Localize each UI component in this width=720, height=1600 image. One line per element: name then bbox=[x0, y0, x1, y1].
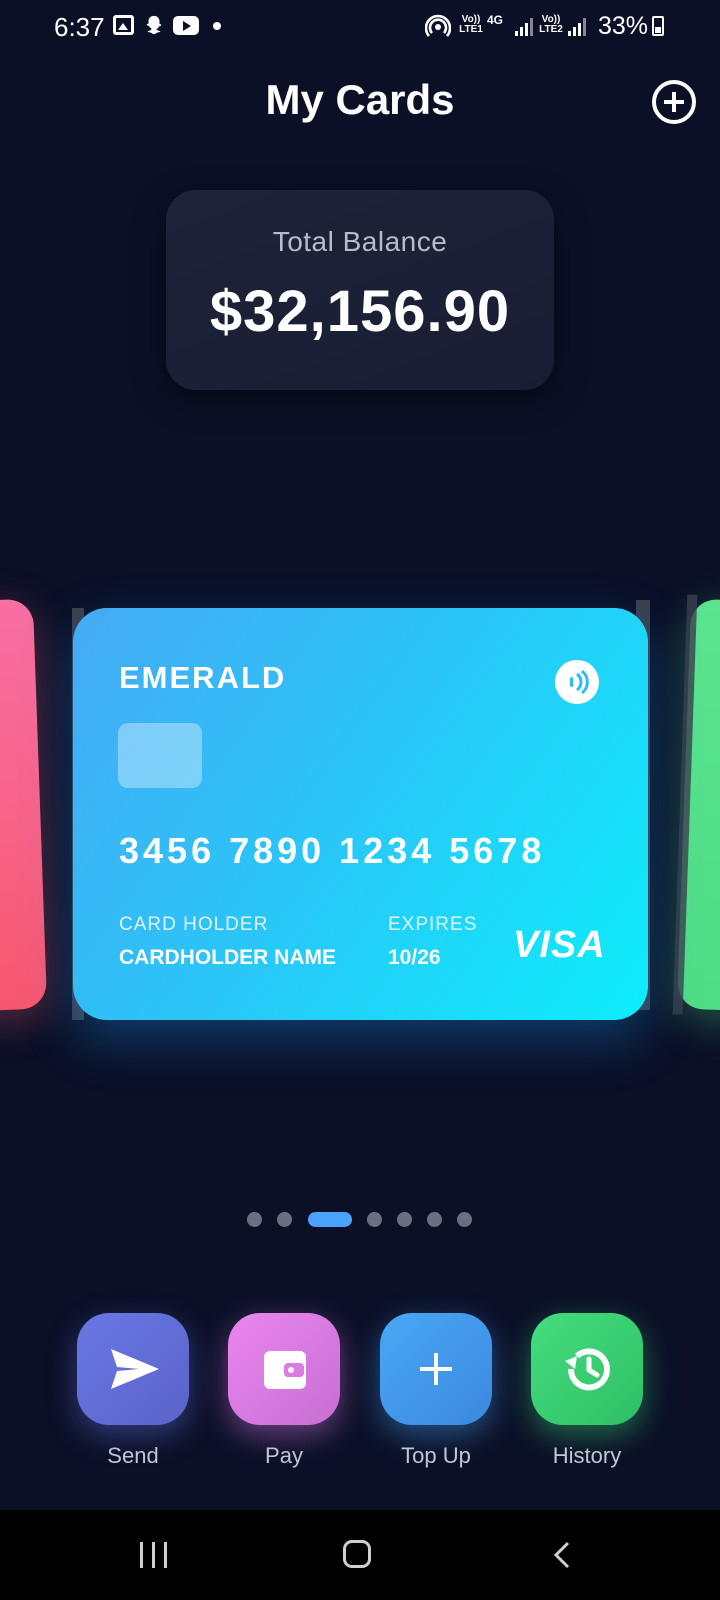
next-card-preview[interactable] bbox=[676, 598, 720, 1012]
card-number: 3456 7890 1234 5678 bbox=[119, 830, 546, 871]
pay-button[interactable] bbox=[228, 1313, 340, 1425]
wallet-icon bbox=[264, 1351, 306, 1389]
visa-logo: VISA bbox=[513, 924, 606, 966]
page-dot[interactable] bbox=[277, 1212, 292, 1227]
credit-card[interactable]: EMERALD 3456 7890 1234 5678 CARD HOLDER … bbox=[73, 608, 648, 1020]
top-up-action[interactable]: Top Up bbox=[380, 1313, 492, 1468]
network-label-sim1: Vo)) LTE1 bbox=[459, 14, 483, 35]
gallery-notification-icon bbox=[113, 15, 134, 35]
status-time: 6:37 bbox=[54, 12, 105, 42]
network-type-label: 4G bbox=[487, 13, 504, 27]
total-balance-value: $32,156.90 bbox=[209, 279, 511, 344]
total-balance-label: Total Balance bbox=[272, 226, 448, 257]
contactless-icon bbox=[555, 660, 599, 704]
home-button[interactable] bbox=[343, 1540, 371, 1568]
signal-strength-sim1-icon bbox=[515, 18, 533, 36]
card-holder-name: CARDHOLDER NAME bbox=[119, 946, 336, 969]
recent-apps-button[interactable] bbox=[140, 1542, 168, 1568]
youtube-notification-icon bbox=[173, 16, 199, 35]
send-icon bbox=[111, 1349, 159, 1389]
card-holder-caption: CARD HOLDER bbox=[119, 914, 269, 935]
page-dot[interactable] bbox=[397, 1212, 412, 1227]
previous-card-preview[interactable] bbox=[0, 598, 48, 1012]
page-dot[interactable] bbox=[367, 1212, 382, 1227]
pay-action[interactable]: Pay bbox=[228, 1313, 340, 1468]
send-action[interactable]: Send bbox=[77, 1313, 189, 1468]
more-notifications-dot-icon bbox=[213, 22, 221, 30]
page-dot[interactable] bbox=[457, 1212, 472, 1227]
add-card-button[interactable] bbox=[652, 80, 696, 124]
plus-icon bbox=[420, 1353, 452, 1385]
battery-percentage: 33% bbox=[598, 12, 649, 40]
send-label: Send bbox=[107, 1443, 159, 1468]
page-title: My Cards bbox=[265, 76, 455, 123]
top-up-button[interactable] bbox=[380, 1313, 492, 1425]
carousel-page-indicator bbox=[0, 1212, 720, 1228]
network-label-sim2: Vo)) LTE2 bbox=[539, 14, 563, 35]
total-balance-card: Total Balance $32,156.90 bbox=[166, 190, 554, 390]
pay-label: Pay bbox=[265, 1443, 303, 1468]
expires-caption: EXPIRES bbox=[388, 914, 478, 935]
page-dot-active[interactable] bbox=[308, 1212, 352, 1227]
top-up-label: Top Up bbox=[401, 1443, 471, 1468]
hotspot-icon bbox=[425, 14, 451, 37]
status-bar: 6:37 Vo)) LTE1 4G Vo)) LTE2 33% bbox=[0, 0, 720, 52]
signal-strength-sim2-icon bbox=[568, 18, 586, 36]
history-button[interactable] bbox=[531, 1313, 643, 1425]
back-button[interactable] bbox=[552, 1541, 572, 1569]
send-button[interactable] bbox=[77, 1313, 189, 1425]
card-brand-name: EMERALD bbox=[119, 660, 287, 695]
history-label: History bbox=[552, 1443, 622, 1468]
battery-charging-icon bbox=[652, 16, 664, 36]
history-icon bbox=[565, 1348, 610, 1391]
system-navigation-bar bbox=[0, 1510, 720, 1600]
snapchat-notification-icon bbox=[146, 15, 162, 35]
page-dot[interactable] bbox=[427, 1212, 442, 1227]
expires-value: 10/26 bbox=[388, 946, 441, 969]
history-action[interactable]: History bbox=[531, 1313, 643, 1468]
page-dot[interactable] bbox=[247, 1212, 262, 1227]
card-chip bbox=[118, 723, 202, 788]
